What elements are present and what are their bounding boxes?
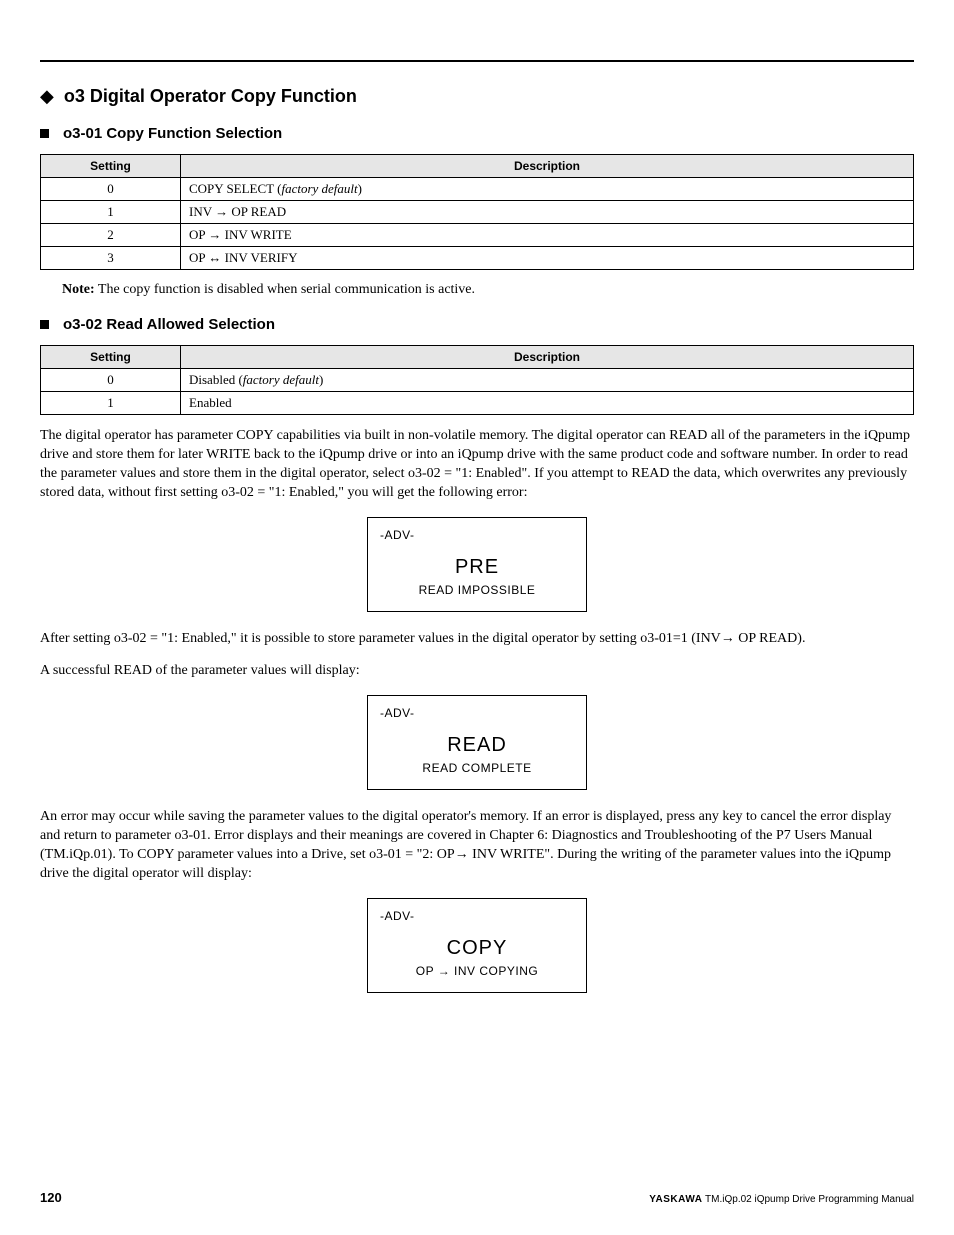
col-setting: Setting: [41, 155, 181, 178]
display-pre: -ADV- PRE READ IMPOSSIBLE: [367, 517, 587, 612]
cell-desc: Disabled (factory default): [181, 369, 914, 392]
cell-desc-post: ): [358, 181, 362, 196]
display-copy: -ADV- COPY OP → INV COPYING: [367, 898, 587, 993]
table-row: 3 OP ↔ INV VERIFY: [41, 247, 914, 270]
cell-desc-italic: factory default: [243, 372, 319, 387]
table-header-row: Setting Description: [41, 346, 914, 369]
paragraph-4: An error may occur while saving the para…: [40, 808, 914, 884]
cell-desc-pre: Disabled (: [189, 372, 243, 387]
display-small: OP → INV COPYING: [380, 964, 574, 978]
col-description: Description: [181, 346, 914, 369]
paragraph-1: The digital operator has parameter COPY …: [40, 427, 914, 503]
table-row: 1 Enabled: [41, 392, 914, 415]
display-big: READ: [380, 734, 574, 757]
cell-setting: 0: [41, 369, 181, 392]
cell-desc-italic: factory default: [281, 181, 357, 196]
display-adv: -ADV-: [380, 909, 574, 923]
display-read: -ADV- READ READ COMPLETE: [367, 695, 587, 790]
table-row: 1 INV → OP READ: [41, 201, 914, 224]
display-big: PRE: [380, 556, 574, 579]
cell-setting: 2: [41, 224, 181, 247]
note-copy-disabled: Note: The copy function is disabled when…: [62, 282, 914, 298]
subsection-1-title: o3-01 Copy Function Selection: [63, 125, 282, 142]
note-label: Note:: [62, 282, 95, 297]
page-number: 120: [40, 1190, 62, 1205]
cell-desc-pre: COPY SELECT (: [189, 181, 281, 196]
cell-desc: Enabled: [181, 392, 914, 415]
table-o3-02: Setting Description 0 Disabled (factory …: [40, 345, 914, 415]
square-icon: [40, 129, 49, 138]
subsection-1-heading-row: o3-01 Copy Function Selection: [40, 125, 914, 142]
display-adv: -ADV-: [380, 706, 574, 720]
paragraph-2: After setting o3-02 = "1: Enabled," it i…: [40, 630, 914, 649]
cell-setting: 1: [41, 201, 181, 224]
col-setting: Setting: [41, 346, 181, 369]
cell-setting: 0: [41, 178, 181, 201]
display-small: READ COMPLETE: [380, 761, 574, 775]
footer-doc: YASKAWA TM.iQp.02 iQpump Drive Programmi…: [649, 1194, 914, 1205]
cell-desc-post: ): [319, 372, 323, 387]
display-small: READ IMPOSSIBLE: [380, 583, 574, 597]
table-row: 0 Disabled (factory default): [41, 369, 914, 392]
cell-desc: COPY SELECT (factory default): [181, 178, 914, 201]
table-row: 0 COPY SELECT (factory default): [41, 178, 914, 201]
display-adv: -ADV-: [380, 528, 574, 542]
note-text: The copy function is disabled when seria…: [98, 282, 475, 297]
table-row: 2 OP → INV WRITE: [41, 224, 914, 247]
cell-desc: OP → INV WRITE: [181, 224, 914, 247]
top-rule: [40, 60, 914, 62]
cell-setting: 3: [41, 247, 181, 270]
section-title: o3 Digital Operator Copy Function: [64, 86, 357, 107]
diamond-icon: ◆: [40, 86, 54, 107]
square-icon: [40, 320, 49, 329]
footer-doc-title: TM.iQp.02 iQpump Drive Programming Manua…: [702, 1194, 914, 1205]
col-description: Description: [181, 155, 914, 178]
subsection-2-heading-row: o3-02 Read Allowed Selection: [40, 316, 914, 333]
subsection-2-title: o3-02 Read Allowed Selection: [63, 316, 275, 333]
table-o3-01: Setting Description 0 COPY SELECT (facto…: [40, 154, 914, 270]
cell-desc: OP ↔ INV VERIFY: [181, 247, 914, 270]
cell-setting: 1: [41, 392, 181, 415]
section-heading-row: ◆ o3 Digital Operator Copy Function: [40, 86, 914, 107]
page-footer: 120 YASKAWA TM.iQp.02 iQpump Drive Progr…: [40, 1190, 914, 1205]
display-big: COPY: [380, 937, 574, 960]
paragraph-3: A successful READ of the parameter value…: [40, 662, 914, 681]
cell-desc: INV → OP READ: [181, 201, 914, 224]
table-header-row: Setting Description: [41, 155, 914, 178]
footer-brand: YASKAWA: [649, 1194, 702, 1205]
